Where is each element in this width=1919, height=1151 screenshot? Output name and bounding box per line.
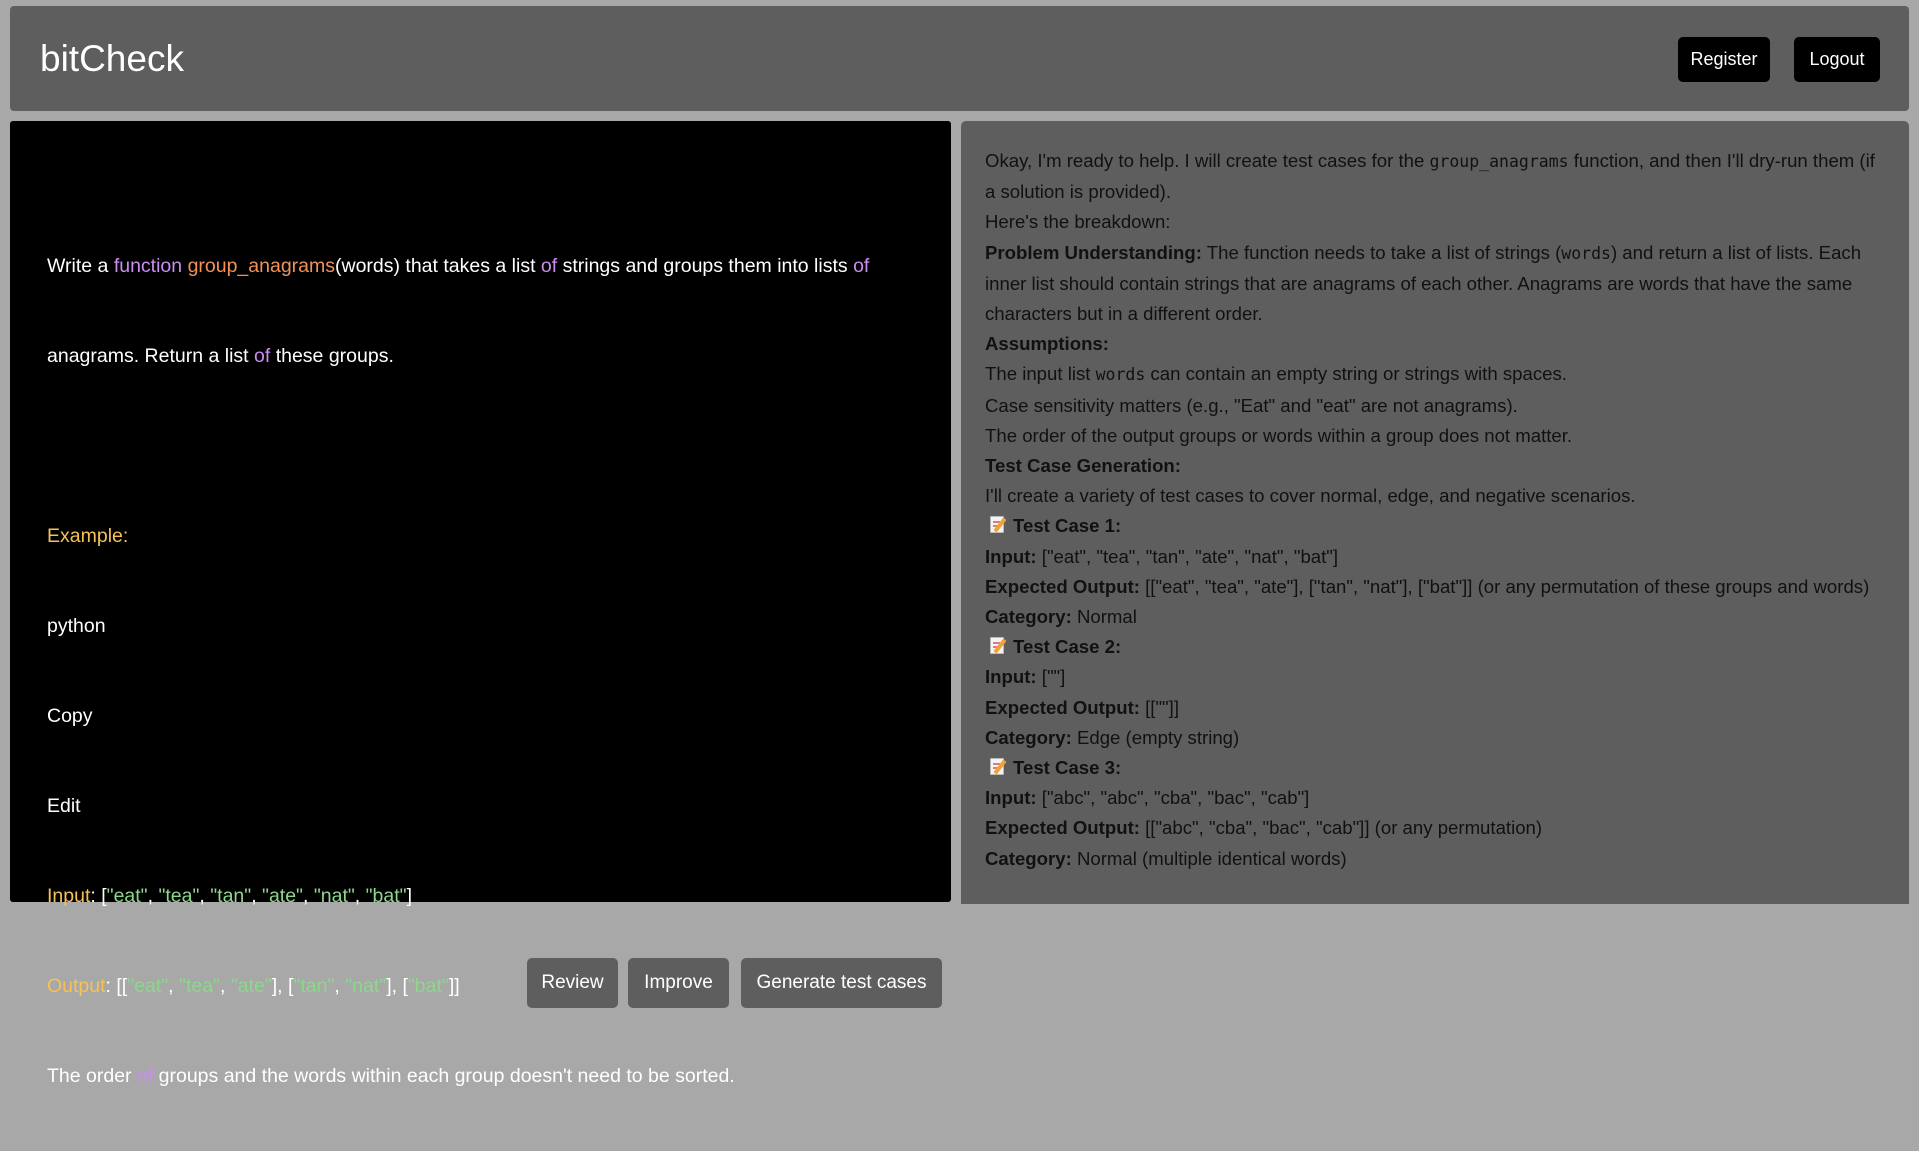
test-case-category: Category: Edge (empty string) xyxy=(985,726,1240,748)
code-line: anagrams. Return a list of these groups. xyxy=(47,345,394,367)
test-case-category: Category: Normal xyxy=(985,606,1137,628)
code-line-input: Input: ["eat", "tea", "tan", "ate", "nat… xyxy=(47,885,412,907)
generate-test-cases-button[interactable]: Generate test cases xyxy=(741,958,942,1008)
review-button[interactable]: Review xyxy=(527,958,618,1008)
assumption-item: The order of the output groups or words … xyxy=(985,424,1573,446)
inline-code: words xyxy=(1561,243,1611,263)
inline-code: words xyxy=(1095,365,1146,385)
intro-paragraph: Okay, I'm ready to help. I will create t… xyxy=(985,150,1875,203)
code-line-example: Example: xyxy=(47,525,129,547)
test-case-input: Input: ["eat", "tea", "tan", "ate", "nat… xyxy=(985,545,1339,567)
problem-editor[interactable]: Write a function group_anagrams(words) t… xyxy=(10,121,951,1087)
test-case-title: Test Case 3: xyxy=(985,753,1890,783)
top-header: bitCheck Register Logout xyxy=(10,6,1909,111)
inline-code: group_anagrams xyxy=(1429,152,1569,171)
test-generation-heading: Test Case Generation: xyxy=(985,455,1181,477)
test-case-category: Category: Normal (multiple identical wor… xyxy=(985,847,1347,869)
test-case-title: Test Case 1: xyxy=(985,511,1890,541)
code-line-language: python xyxy=(47,615,106,637)
test-case-expected: Expected Output: [["eat", "tea", "ate"],… xyxy=(985,575,1870,597)
test-case-input: Input: ["abc", "abc", "cba", "bac", "cab… xyxy=(985,787,1310,809)
code-line: Write a function group_anagrams(words) t… xyxy=(47,255,870,277)
response-panel[interactable]: Okay, I'm ready to help. I will create t… xyxy=(961,121,1909,904)
assumptions-heading: Assumptions: xyxy=(985,333,1109,355)
test-case-expected: Expected Output: [[""]] xyxy=(985,696,1179,718)
code-line-copy: Copy xyxy=(47,705,93,727)
brand-logo[interactable]: bitCheck xyxy=(40,38,184,80)
code-line: The order of groups and the words within… xyxy=(47,1065,735,1087)
test-case-title: Test Case 2: xyxy=(985,632,1890,662)
problem-understanding: Problem Understanding: The function need… xyxy=(985,241,1862,325)
memo-icon xyxy=(989,757,1007,777)
register-button[interactable]: Register xyxy=(1678,37,1770,82)
logout-button[interactable]: Logout xyxy=(1794,37,1880,82)
test-case-expected: Expected Output: [["abc", "cba", "bac", … xyxy=(985,817,1543,839)
test-case-input: Input: [""] xyxy=(985,666,1066,688)
assumption-item: Case sensitivity matters (e.g., "Eat" an… xyxy=(985,394,1518,416)
test-generation-text: I'll create a variety of test cases to c… xyxy=(985,485,1636,507)
breakdown-text: Here's the breakdown: xyxy=(985,211,1171,233)
code-line-edit: Edit xyxy=(47,795,81,817)
assumption-item: The input list words can contain an empt… xyxy=(985,363,1567,385)
response-content: Okay, I'm ready to help. I will create t… xyxy=(985,146,1890,874)
improve-button[interactable]: Improve xyxy=(628,958,729,1008)
memo-icon xyxy=(989,636,1007,656)
memo-icon xyxy=(989,515,1007,535)
